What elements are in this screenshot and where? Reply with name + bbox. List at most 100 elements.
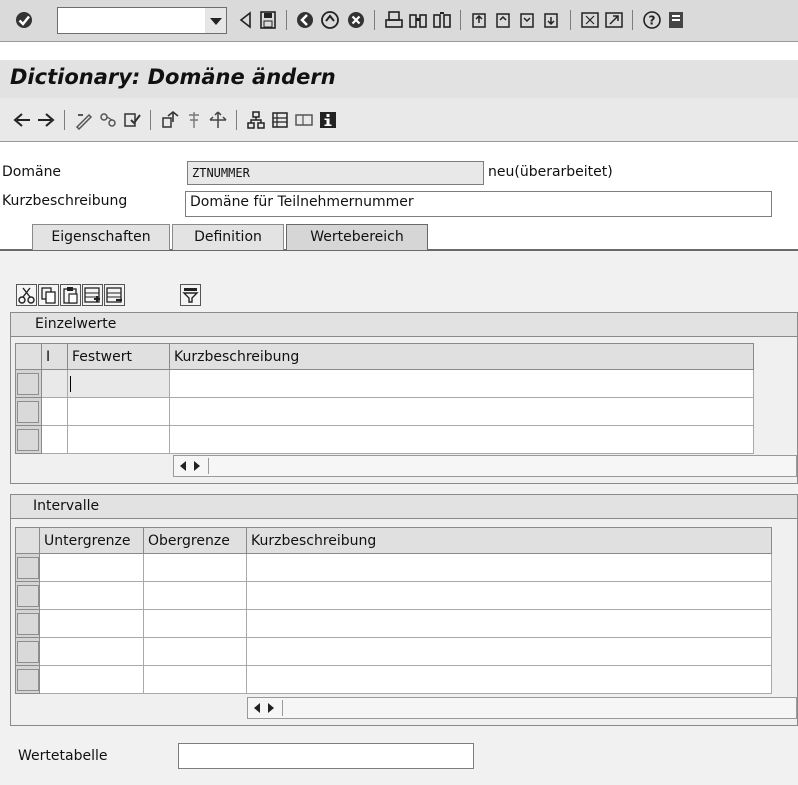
column-header-untergrenze[interactable]: Untergrenze xyxy=(39,527,144,554)
toolbar-separator xyxy=(286,10,287,30)
row-selector[interactable] xyxy=(15,581,40,610)
tab-definition[interactable]: Definition xyxy=(172,224,284,250)
find-next-icon[interactable] xyxy=(432,10,452,30)
row-selector-header[interactable] xyxy=(15,527,40,554)
obergrenze-cell[interactable] xyxy=(143,609,247,638)
end-icon[interactable] xyxy=(320,10,340,30)
value-table-field[interactable] xyxy=(178,743,474,769)
first-page-icon[interactable] xyxy=(470,10,490,30)
kurzbeschreibung-cell[interactable] xyxy=(246,665,772,694)
row-selector[interactable] xyxy=(15,397,42,426)
enter-icon[interactable] xyxy=(14,10,34,30)
column-header-i[interactable]: I xyxy=(41,343,68,370)
obergrenze-cell[interactable] xyxy=(143,637,247,666)
single-values-hscrollbar[interactable] xyxy=(173,455,797,477)
domain-label: Domäne xyxy=(2,164,62,180)
table-row xyxy=(15,553,772,582)
row-selector[interactable] xyxy=(15,369,42,398)
scroll-left-icon[interactable] xyxy=(180,461,186,471)
kurzbeschreibung-cell[interactable] xyxy=(169,425,754,454)
column-header-kurzbeschreibung[interactable]: Kurzbeschreibung xyxy=(246,527,772,554)
next-page-icon[interactable] xyxy=(518,10,538,30)
column-header-obergrenze[interactable]: Obergrenze xyxy=(143,527,247,554)
filter-icon[interactable] xyxy=(180,284,201,306)
check-icon[interactable] xyxy=(122,110,142,130)
application-toolbar xyxy=(0,98,798,142)
intervals-caption: Intervalle xyxy=(11,495,797,519)
short-description-field[interactable]: Domäne für Teilnehmernummer xyxy=(185,191,772,217)
navigation-icon[interactable] xyxy=(270,110,290,130)
toolbar-separator xyxy=(64,110,65,130)
tab-eigenschaften[interactable]: Eigenschaften xyxy=(32,224,170,250)
previous-page-icon[interactable] xyxy=(494,10,514,30)
untergrenze-cell[interactable] xyxy=(39,637,144,666)
festwert-cell[interactable] xyxy=(67,369,170,398)
shortcut-icon[interactable] xyxy=(604,10,624,30)
value-table-label: Wertetabelle xyxy=(18,748,108,764)
save-icon[interactable] xyxy=(258,10,278,30)
object-list-icon[interactable] xyxy=(208,110,228,130)
help-icon[interactable]: ? xyxy=(642,10,662,30)
i-cell[interactable] xyxy=(41,425,68,454)
where-used-icon[interactable] xyxy=(184,110,204,130)
untergrenze-cell[interactable] xyxy=(39,553,144,582)
row-selector[interactable] xyxy=(15,665,40,694)
festwert-cell[interactable] xyxy=(67,397,170,426)
forward-arrow-icon[interactable] xyxy=(36,110,56,130)
single-values-caption: Einzelwerte xyxy=(11,313,797,337)
untergrenze-cell[interactable] xyxy=(39,609,144,638)
exit-icon[interactable] xyxy=(295,10,315,30)
scroll-left-icon[interactable] xyxy=(254,703,260,713)
obergrenze-cell[interactable] xyxy=(143,581,247,610)
intervals-hscrollbar[interactable] xyxy=(247,697,797,719)
paste-icon[interactable] xyxy=(60,284,81,306)
kurzbeschreibung-cell[interactable] xyxy=(169,369,754,398)
row-selector[interactable] xyxy=(15,637,40,666)
cut-icon[interactable] xyxy=(16,284,37,306)
last-page-icon[interactable] xyxy=(542,10,562,30)
find-icon[interactable] xyxy=(408,10,428,30)
column-header-festwert[interactable]: Festwert xyxy=(67,343,170,370)
insert-row-icon[interactable] xyxy=(82,284,103,306)
cancel-icon[interactable] xyxy=(346,10,366,30)
row-selector[interactable] xyxy=(15,553,40,582)
i-cell[interactable] xyxy=(41,397,68,426)
new-session-icon[interactable] xyxy=(580,10,600,30)
kurzbeschreibung-cell[interactable] xyxy=(246,637,772,666)
display-change-icon[interactable] xyxy=(74,110,94,131)
kurzbeschreibung-cell[interactable] xyxy=(246,553,772,582)
row-selector-header[interactable] xyxy=(15,343,42,370)
print-icon[interactable] xyxy=(384,10,404,30)
row-selector[interactable] xyxy=(15,609,40,638)
obergrenze-cell[interactable] xyxy=(143,553,247,582)
obergrenze-cell[interactable] xyxy=(143,665,247,694)
column-header-kurzbeschreibung[interactable]: Kurzbeschreibung xyxy=(169,343,754,370)
table-row xyxy=(15,581,772,610)
festwert-cell[interactable] xyxy=(67,425,170,454)
frame-icon[interactable] xyxy=(294,110,314,130)
copy-icon[interactable] xyxy=(38,284,59,306)
untergrenze-cell[interactable] xyxy=(39,581,144,610)
table-row xyxy=(15,609,772,638)
back-arrow-icon[interactable] xyxy=(12,110,32,130)
layout-icon[interactable] xyxy=(666,10,686,30)
row-selector[interactable] xyxy=(15,425,42,454)
table-row xyxy=(15,397,754,426)
command-field[interactable] xyxy=(57,7,207,34)
kurzbeschreibung-cell[interactable] xyxy=(246,609,772,638)
delete-row-icon[interactable] xyxy=(104,284,125,306)
hierarchy-icon[interactable] xyxy=(246,110,266,130)
kurzbeschreibung-cell[interactable] xyxy=(169,397,754,426)
tab-wertebereich[interactable]: Wertebereich xyxy=(286,224,428,250)
scroll-right-icon[interactable] xyxy=(194,461,200,471)
toolbar-separator xyxy=(460,10,461,30)
activate-icon[interactable] xyxy=(160,110,180,130)
i-cell[interactable] xyxy=(41,369,68,398)
info-icon[interactable] xyxy=(318,110,338,130)
kurzbeschreibung-cell[interactable] xyxy=(246,581,772,610)
scroll-right-icon[interactable] xyxy=(268,703,274,713)
untergrenze-cell[interactable] xyxy=(39,665,144,694)
command-field-dropdown-icon[interactable] xyxy=(205,7,227,34)
other-object-icon[interactable] xyxy=(98,110,118,130)
back-icon[interactable] xyxy=(236,10,256,30)
